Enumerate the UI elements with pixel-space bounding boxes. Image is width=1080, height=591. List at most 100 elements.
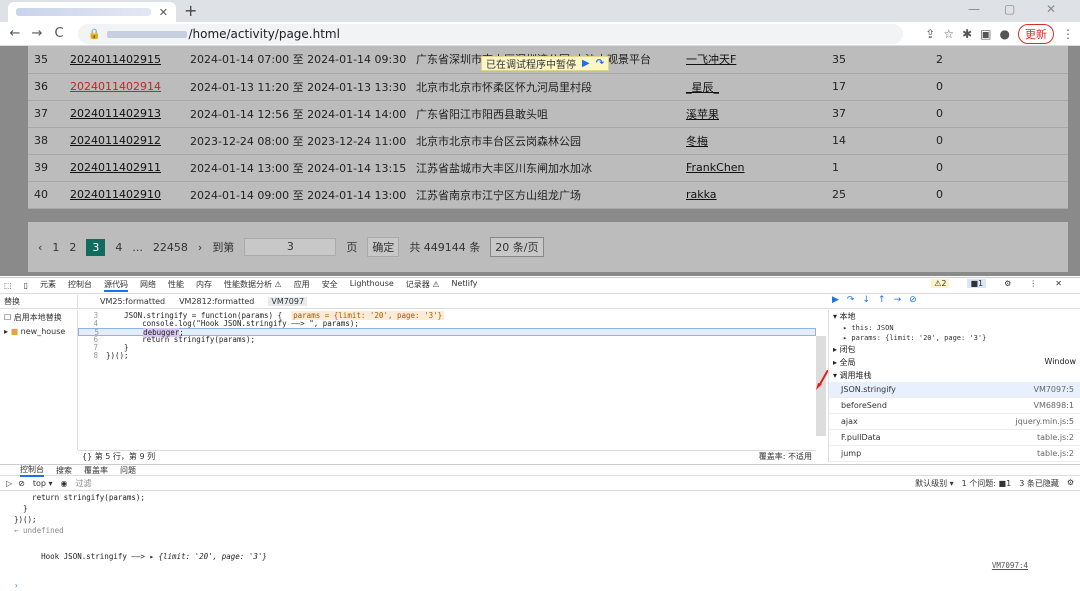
code-line[interactable]: 7 } <box>78 344 816 352</box>
frame-location[interactable]: VM6898:1 <box>1033 401 1074 410</box>
resume-button-icon[interactable]: ▶ <box>832 295 839 305</box>
console-settings-icon[interactable]: ⚙ <box>1067 478 1074 489</box>
update-button[interactable]: 更新 <box>1018 24 1054 44</box>
last-page-button[interactable]: 22458 <box>153 241 188 254</box>
goto-page-input[interactable]: 3 <box>244 238 337 256</box>
source-file-tab[interactable]: VM7097 <box>268 297 308 306</box>
devtools-tab-0[interactable]: 元素 <box>40 279 56 292</box>
code-line[interactable]: 8})(); <box>78 352 816 360</box>
deactivate-breakpoints-icon[interactable]: ⊘ <box>909 295 917 305</box>
devtools-tab-11[interactable]: Netlify <box>452 279 478 292</box>
inspect-icon[interactable]: ⬚ <box>4 281 12 290</box>
scope-local[interactable]: ▾ 本地 <box>829 310 1080 323</box>
enable-local-overrides-checkbox[interactable]: ☐ 启用本地替换 <box>0 310 77 325</box>
line-number[interactable]: 4 <box>78 320 106 328</box>
activity-id-link[interactable]: 2024011402913 <box>70 107 161 120</box>
step-out-icon[interactable]: ↑ <box>878 295 886 305</box>
console-filter-input[interactable]: 过滤 <box>76 478 876 489</box>
console-prompt[interactable]: › <box>0 580 1080 591</box>
devtools-tab-9[interactable]: Lighthouse <box>350 279 394 292</box>
frame-location[interactable]: jquery.min.js:5 <box>1015 417 1074 426</box>
close-tab-icon[interactable]: ✕ <box>159 6 168 19</box>
activity-id-link[interactable]: 2024011402914 <box>70 80 161 93</box>
error-count-badge[interactable]: ■1 <box>967 279 987 288</box>
devtools-tab-1[interactable]: 控制台 <box>68 279 92 292</box>
share-icon[interactable]: ⇪ <box>925 27 935 41</box>
folder-new-house[interactable]: ▸ ■ new_house <box>0 325 77 338</box>
frame-location[interactable]: table.js:2 <box>1037 449 1074 458</box>
drawer-tab[interactable]: 覆盖率 <box>84 465 108 476</box>
scope-global[interactable]: ▸ 全局 Window <box>829 356 1080 369</box>
code-line[interactable]: 6 return stringify(params); <box>78 336 816 344</box>
logged-object[interactable]: ▸ {limit: '20', page: '3'} <box>149 552 266 561</box>
devtools-tab-6[interactable]: 性能数据分析 ⚠ <box>224 279 282 292</box>
device-icon[interactable]: ▯ <box>24 281 28 290</box>
activity-id-link[interactable]: 2024011402912 <box>70 134 161 147</box>
devtools-tab-8[interactable]: 安全 <box>322 279 338 292</box>
pager-ellipsis[interactable]: ... <box>132 241 143 254</box>
more-icon[interactable]: ⋮ <box>1029 279 1037 288</box>
url-field[interactable]: 🔒 /home/activity/page.html <box>78 24 903 44</box>
user-link[interactable]: rakka <box>686 188 717 201</box>
scope-params[interactable]: ▸ params: {limit: '20', page: '3'} <box>829 333 1080 343</box>
extensions-icon[interactable]: ✱ <box>962 27 972 41</box>
devtools-tab-7[interactable]: 应用 <box>294 279 310 292</box>
user-link[interactable]: 溪苹果 <box>686 108 719 121</box>
context-select[interactable]: top ▾ <box>33 479 53 488</box>
frame-location[interactable]: table.js:2 <box>1037 433 1074 442</box>
issues-count[interactable]: 1 个问题: ■1 <box>962 478 1012 489</box>
eye-icon[interactable]: ◉ <box>61 479 68 488</box>
line-number[interactable]: 6 <box>78 336 106 344</box>
devtools-tab-5[interactable]: 内存 <box>196 279 212 292</box>
browser-tab[interactable]: ✕ <box>8 2 176 22</box>
callstack-frame[interactable]: F.pullData table.js:2 <box>829 430 1080 446</box>
code-editor[interactable]: 3 JSON.stringify = function(params) { pa… <box>78 310 816 450</box>
resume-icon[interactable]: ▶ <box>582 58 590 69</box>
user-link[interactable]: _星辰_ <box>686 81 719 94</box>
activity-id-link[interactable]: 2024011402911 <box>70 161 161 174</box>
page-4-button[interactable]: 4 <box>115 241 122 254</box>
maximize-icon[interactable]: ▢ <box>1004 2 1015 16</box>
callstack-frame[interactable]: beforeSend VM6898:1 <box>829 398 1080 414</box>
forward-icon[interactable]: → <box>26 26 48 41</box>
overrides-tab[interactable]: 替换 <box>4 296 20 307</box>
step-into-icon[interactable]: ↓ <box>862 295 870 305</box>
new-tab-button[interactable]: + <box>184 1 197 20</box>
goto-confirm-button[interactable]: 确定 <box>367 237 400 257</box>
activity-id-link[interactable]: 2024011402910 <box>70 188 161 201</box>
callstack-frame[interactable]: ajax jquery.min.js:5 <box>829 414 1080 430</box>
devtools-tab-2[interactable]: 源代码 <box>103 279 128 292</box>
close-devtools-icon[interactable]: ✕ <box>1055 279 1062 288</box>
settings-gear-icon[interactable]: ⚙ <box>1004 279 1011 288</box>
callstack-frame[interactable]: JSON.stringify VM7097:5 <box>829 382 1080 398</box>
log-levels-select[interactable]: 默认级别 ▾ <box>915 478 954 489</box>
drawer-tab[interactable]: 问题 <box>120 465 136 476</box>
user-link[interactable]: 冬梅 <box>686 135 708 148</box>
next-page-button[interactable]: › <box>198 241 202 254</box>
step-icon[interactable]: → <box>894 295 902 305</box>
user-link[interactable]: FrankChen <box>686 161 745 174</box>
reload-icon[interactable]: C <box>48 26 70 41</box>
page-1-button[interactable]: 1 <box>52 241 59 254</box>
source-file-tab[interactable]: VM25:formatted <box>100 297 165 306</box>
menu-icon[interactable]: ⋮ <box>1062 27 1074 41</box>
drawer-tab[interactable]: 控制台 <box>20 464 44 477</box>
warning-count-badge[interactable]: ⚠2 <box>931 279 950 288</box>
devtools-tab-4[interactable]: 性能 <box>168 279 184 292</box>
code-line[interactable]: 4 console.log("Hook JSON.stringify ——> "… <box>78 320 816 328</box>
line-number[interactable]: 3 <box>78 312 106 320</box>
page-2-button[interactable]: 2 <box>69 241 76 254</box>
prev-page-button[interactable]: ‹ <box>38 241 42 254</box>
source-file-tab[interactable]: VM2812:formatted <box>179 297 254 306</box>
devtools-tab-10[interactable]: 记录器 ⚠ <box>406 279 440 292</box>
activity-id-link[interactable]: 2024011402915 <box>70 53 161 66</box>
close-window-icon[interactable]: ✕ <box>1046 2 1056 16</box>
braces-icon[interactable]: {} <box>82 452 92 461</box>
devtools-tab-3[interactable]: 网络 <box>140 279 156 292</box>
sidebar-toggle-icon[interactable]: ▷ <box>6 479 12 488</box>
frame-location[interactable]: VM7097:5 <box>1033 385 1074 394</box>
scope-this[interactable]: ▸ this: JSON <box>829 323 1080 333</box>
minimize-icon[interactable]: — <box>968 2 980 16</box>
step-over-button-icon[interactable]: ↷ <box>847 295 855 305</box>
drawer-tab[interactable]: 搜索 <box>56 465 72 476</box>
